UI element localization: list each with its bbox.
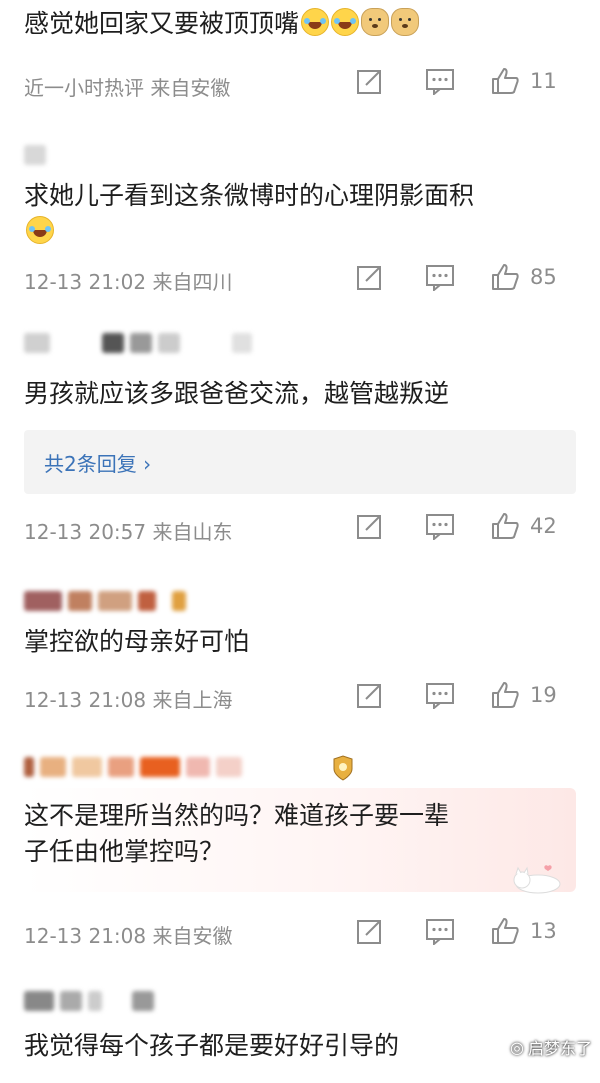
thumbs-up-icon (492, 68, 519, 94)
thumbs-up-icon (492, 264, 519, 290)
thumbs-up-icon (492, 918, 519, 944)
like-count: 85 (530, 265, 557, 289)
chevron-right-icon: › (143, 452, 152, 476)
doge-emoji-icon (361, 8, 390, 36)
comment-text: 感觉她回家又要被顶顶嘴 (24, 6, 420, 42)
like-button[interactable]: 11 (480, 66, 600, 96)
comment-text: 求她儿子看到这条微博时的心理阴影面积 (24, 178, 584, 250)
comment-text: 我觉得每个孩子都是要好好引导的 (24, 1031, 400, 1060)
like-count: 42 (530, 514, 557, 538)
laughing-emoji-icon (26, 216, 54, 244)
thumbs-up-icon (492, 513, 519, 539)
watermark: ◎ 启梦东了 (510, 1035, 592, 1059)
comment-icon[interactable] (400, 681, 480, 709)
username-blurred (24, 756, 242, 778)
like-button[interactable]: 85 (480, 262, 600, 292)
comment-meta: 12-13 21:02 来自四川 (24, 270, 233, 294)
comment-line-2: 子任由他掌控吗？ (24, 837, 225, 866)
sleeping-cat-decoration-icon (513, 865, 561, 894)
like-count: 13 (530, 919, 557, 943)
comment-actions: 11 (340, 66, 600, 96)
comment-meta: 12-13 21:08 来自上海 (24, 688, 233, 712)
share-icon[interactable] (340, 263, 400, 291)
comment-icon[interactable] (400, 512, 480, 540)
view-replies-link[interactable]: 共2条回复 › (44, 448, 151, 477)
comment-body: 感觉她回家又要被顶顶嘴 (24, 9, 300, 38)
comment-text: 掌控欲的母亲好可怕 (24, 627, 250, 656)
like-count: 19 (530, 683, 557, 707)
comment-actions: 85 (340, 262, 600, 292)
view-replies-label: 共2条回复 (44, 452, 137, 476)
watermark-text: 启梦东了 (527, 1039, 592, 1058)
like-button[interactable]: 42 (480, 511, 600, 541)
username-blurred (24, 332, 252, 354)
comment-line-1: 这不是理所当然的吗？难道孩子要一辈 (24, 801, 450, 830)
comment-meta: 12-13 21:08 来自安徽 (24, 924, 233, 948)
comment-meta: 12-13 20:57 来自山东 (24, 520, 233, 544)
laughing-emoji-icon (331, 8, 360, 36)
share-icon[interactable] (340, 67, 400, 95)
comment-actions: 19 (340, 680, 600, 710)
watermark-logo-icon: ◎ (510, 1037, 524, 1057)
badge-icon (333, 755, 353, 781)
share-icon[interactable] (340, 681, 400, 709)
doge-emoji-icon (391, 8, 420, 36)
username-blurred (24, 590, 186, 612)
comment-icon[interactable] (400, 263, 480, 291)
comment-text: 这不是理所当然的吗？难道孩子要一辈 子任由他掌控吗？ (24, 798, 449, 870)
comment-icon[interactable] (400, 917, 480, 945)
comment-meta: 近一小时热评 来自安徽 (24, 76, 231, 100)
reply-box[interactable]: 共2条回复 › (24, 430, 576, 494)
comment-actions: 13 (340, 916, 600, 946)
username-blurred (24, 144, 46, 166)
comment-text: 男孩就应该多跟爸爸交流，越管越叛逆 (24, 379, 450, 408)
comment-icon[interactable] (400, 67, 480, 95)
share-icon[interactable] (340, 917, 400, 945)
username-blurred (24, 990, 154, 1012)
comment-body: 求她儿子看到这条微博时的心理阴影面积 (24, 181, 475, 210)
like-button[interactable]: 13 (480, 916, 600, 946)
thumbs-up-icon (492, 682, 519, 708)
comment-actions: 42 (340, 511, 600, 541)
laughing-emoji-icon (301, 8, 330, 36)
like-count: 11 (530, 69, 557, 93)
like-button[interactable]: 19 (480, 680, 600, 710)
share-icon[interactable] (340, 512, 400, 540)
